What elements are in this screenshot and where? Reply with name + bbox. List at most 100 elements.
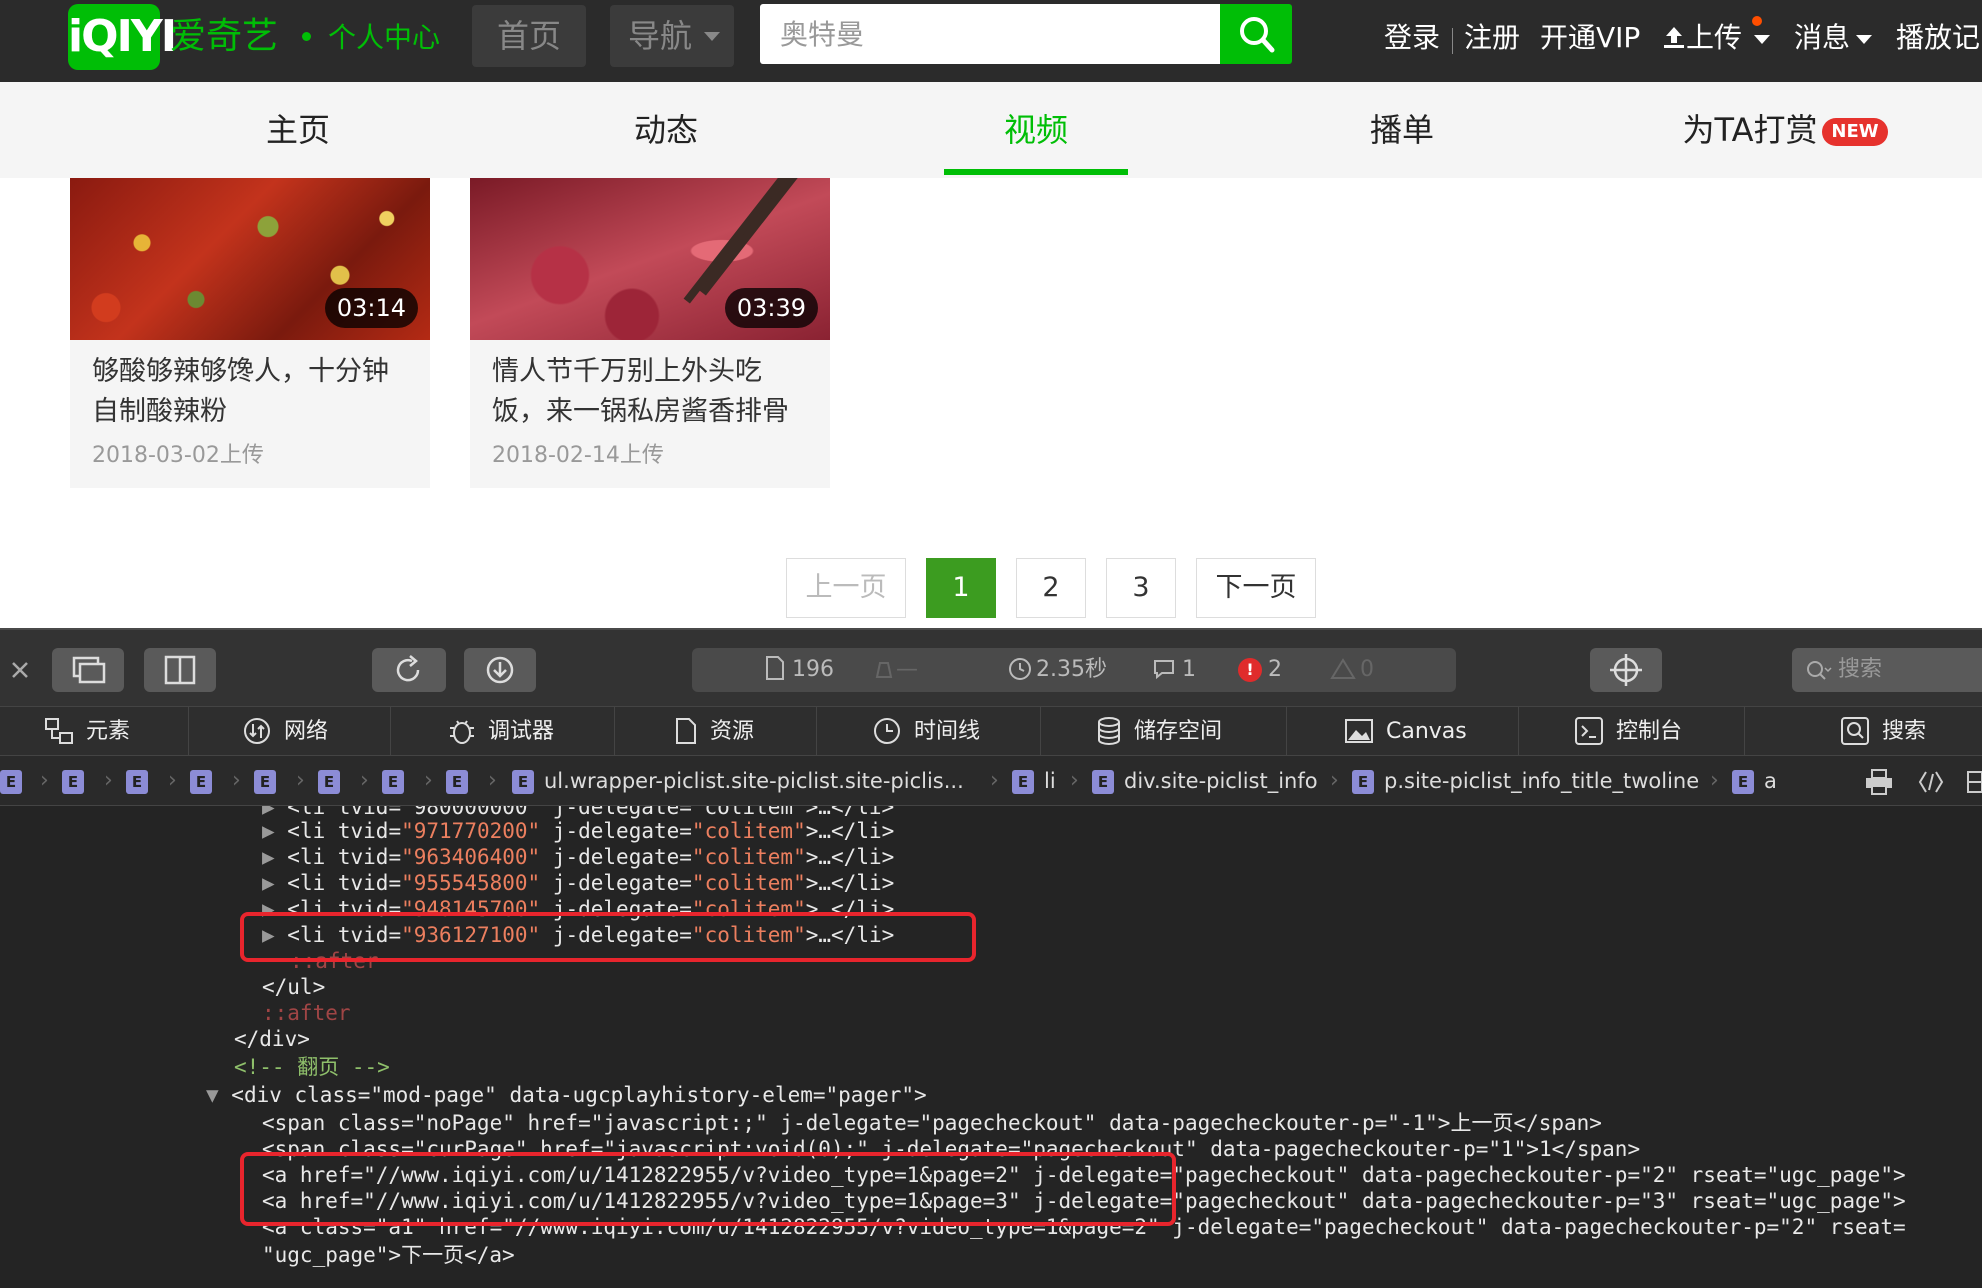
console-icon: [1575, 717, 1603, 745]
page-2-button[interactable]: 2: [1016, 558, 1086, 618]
breadcrumb-element[interactable]: E: [0, 756, 32, 806]
reload-button[interactable]: [372, 648, 446, 692]
tab-home[interactable]: 主页: [200, 82, 396, 178]
load-time[interactable]: 2.35秒: [1008, 648, 1107, 692]
dock-side-button[interactable]: [144, 648, 216, 692]
dom-node-span[interactable]: <span class="noPage" href="javascript:;"…: [262, 1110, 1602, 1136]
breadcrumb-element[interactable]: E: [318, 756, 350, 806]
tab-videos[interactable]: 视频: [938, 82, 1134, 178]
element-picker-button[interactable]: [1590, 648, 1662, 692]
breadcrumb-element[interactable]: E: [254, 756, 286, 806]
tab-network-label: 网络: [284, 719, 329, 744]
document-icon: [676, 718, 696, 744]
messages-link[interactable]: 消息: [1794, 14, 1850, 62]
next-page-button[interactable]: 下一页: [1196, 558, 1316, 618]
tab-storage[interactable]: 储存空间: [1096, 707, 1222, 757]
chevron-down-icon[interactable]: [1754, 35, 1770, 44]
warning-icon: [1330, 658, 1356, 679]
video-title[interactable]: 够酸够辣够馋人，十分钟自制酸辣粉: [92, 352, 412, 432]
breadcrumb-li[interactable]: Eli: [1012, 756, 1056, 806]
dom-close-tag: </ul>: [262, 975, 326, 999]
source-braces-icon[interactable]: [1916, 768, 1946, 796]
dock-undock-button[interactable]: [52, 648, 124, 692]
tab-playlists[interactable]: 播单: [1304, 82, 1500, 178]
breadcrumb-element[interactable]: E: [62, 756, 94, 806]
tab-resources[interactable]: 资源: [674, 707, 754, 757]
print-icon[interactable]: [1864, 768, 1894, 796]
video-card[interactable]: 03:14 够酸够辣够馋人，十分钟自制酸辣粉 2018-03-02上传: [70, 178, 430, 488]
register-link[interactable]: 注册: [1464, 14, 1520, 62]
search-icon: [1841, 717, 1869, 745]
tab-elements[interactable]: 元素: [44, 707, 130, 757]
element-icon: E: [126, 770, 148, 794]
video-thumbnail[interactable]: 03:39: [470, 178, 830, 340]
tvid-value: 971770200: [413, 819, 528, 843]
dom-tree: ▶ <li tvid="980000000" j-delegate="colit…: [0, 806, 1982, 1288]
close-icon[interactable]: [10, 660, 30, 680]
sidebar-toggle-icon[interactable]: [1966, 768, 1982, 796]
notification-dot: [1752, 16, 1762, 26]
tab-console[interactable]: 控制台: [1574, 707, 1682, 757]
dom-node-div[interactable]: ▼ <div class="mod-page" data-ugcplayhist…: [206, 1082, 927, 1108]
message-icon: [1154, 660, 1174, 680]
error-count[interactable]: ! 2: [1238, 648, 1282, 692]
tab-canvas[interactable]: Canvas: [1344, 707, 1467, 757]
upload-button[interactable]: 上传: [1662, 14, 1742, 62]
tab-tip[interactable]: 为TA打赏: [1680, 82, 1820, 178]
breadcrumb-element[interactable]: E: [126, 756, 158, 806]
iqiyi-logo[interactable]: iQIYI: [68, 4, 177, 70]
nav-home-button[interactable]: 首页: [472, 5, 586, 67]
split-view-icon: [164, 655, 196, 685]
tab-debugger[interactable]: 调试器: [448, 707, 554, 757]
dom-node-li[interactable]: ▶ <li tvid="971770200" j-delegate="colit…: [262, 818, 894, 844]
breadcrumb-element[interactable]: E: [446, 756, 478, 806]
download-archive-button[interactable]: [464, 648, 536, 692]
breadcrumb-p[interactable]: Ep.site-piclist_info_title_twoline: [1352, 756, 1699, 806]
breadcrumb-element[interactable]: E: [190, 756, 222, 806]
element-icon: E: [446, 770, 468, 794]
document-icon: [766, 656, 784, 680]
play-history-link[interactable]: 播放记: [1896, 14, 1980, 62]
warning-count-value: 0: [1360, 657, 1374, 682]
chevron-down-icon[interactable]: [1856, 35, 1872, 44]
log-count[interactable]: 1: [1152, 648, 1196, 692]
search-input[interactable]: [760, 4, 1222, 64]
tab-elements-label: 元素: [86, 719, 131, 744]
chevron-right-icon: ›: [488, 768, 497, 793]
element-icon: E: [1732, 770, 1754, 794]
breadcrumb-element[interactable]: E: [382, 756, 414, 806]
tab-canvas-label: Canvas: [1386, 719, 1467, 744]
open-vip-link[interactable]: 开通VIP: [1540, 14, 1640, 62]
element-icon: E: [190, 770, 212, 794]
warning-count[interactable]: 0: [1330, 648, 1374, 692]
tab-timeline[interactable]: 时间线: [872, 707, 980, 757]
active-tab-indicator: [944, 169, 1128, 175]
pseudo-element[interactable]: ::after: [262, 1000, 351, 1026]
nav-guide-button[interactable]: 导航: [610, 5, 734, 67]
divider: [188, 707, 189, 757]
nav-guide-label: 导航: [627, 17, 692, 55]
page-3-button[interactable]: 3: [1106, 558, 1176, 618]
tab-search[interactable]: 搜索: [1840, 707, 1926, 757]
breadcrumb-ul[interactable]: Eul.wrapper-piclist.site-piclist.site-pi…: [512, 756, 964, 806]
breadcrumb-a[interactable]: Ea: [1732, 756, 1777, 806]
login-link[interactable]: 登录: [1384, 14, 1440, 62]
divider: [816, 707, 817, 757]
video-title[interactable]: 情人节千万别上外头吃饭，来一锅私房酱香排骨: [492, 352, 812, 432]
search-button[interactable]: [1220, 4, 1292, 64]
tab-network[interactable]: 网络: [242, 707, 328, 757]
divider: [1744, 707, 1745, 757]
dom-node-li[interactable]: ▶ <li tvid="963406400" j-delegate="colit…: [262, 844, 894, 870]
resource-count[interactable]: 196: [764, 648, 834, 692]
personal-center-link[interactable]: 个人中心: [328, 14, 440, 62]
inspector-search-field[interactable]: 搜索: [1792, 648, 1982, 692]
video-card[interactable]: 03:39 情人节千万别上外头吃饭，来一锅私房酱香排骨 2018-02-14上传: [470, 178, 830, 488]
dom-node-li[interactable]: ▶ <li tvid="955545800" j-delegate="colit…: [262, 870, 894, 896]
prev-page-button[interactable]: 上一页: [786, 558, 906, 618]
element-icon: E: [318, 770, 340, 794]
video-thumbnail[interactable]: 03:14: [70, 178, 430, 340]
breadcrumb-div[interactable]: Ediv.site-piclist_info: [1092, 756, 1318, 806]
page-1-button[interactable]: 1: [926, 558, 996, 618]
dom-comment[interactable]: <!-- 翻页 -->: [234, 1054, 390, 1080]
tab-activity[interactable]: 动态: [568, 82, 764, 178]
